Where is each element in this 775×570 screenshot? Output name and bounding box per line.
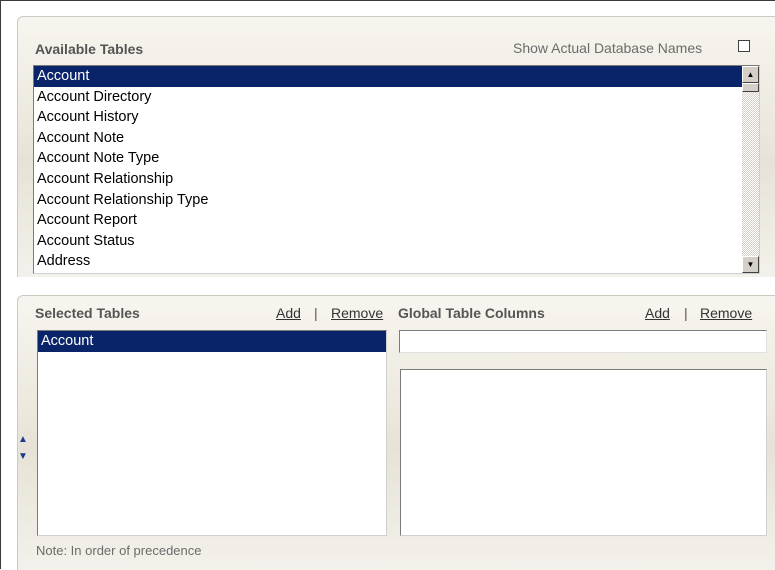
global-columns-input[interactable] (399, 330, 767, 353)
selected-tables-heading: Selected Tables (35, 305, 140, 321)
available-tables-list[interactable]: Account Account Directory Account History A… (33, 65, 760, 274)
list-item[interactable]: Account Relationship Type (34, 190, 759, 211)
available-tables-panel: Available Tables Show Actual Database Na… (17, 16, 775, 277)
selected-tables-link-separator: | (314, 305, 318, 321)
window-border-top (0, 0, 775, 1)
list-item[interactable]: Account Status (34, 231, 759, 252)
global-columns-add-link[interactable]: Add (645, 305, 670, 321)
selected-tables-remove-link[interactable]: Remove (331, 305, 383, 321)
global-columns-list[interactable] (400, 369, 767, 536)
list-item[interactable]: Account (34, 66, 759, 87)
list-item[interactable]: Account Relationship (34, 169, 759, 190)
global-columns-remove-link[interactable]: Remove (700, 305, 752, 321)
move-down-arrow-icon[interactable]: ▼ (18, 452, 28, 462)
selected-tables-list[interactable]: Account (37, 330, 387, 536)
precedence-note: Note: In order of precedence (36, 543, 202, 558)
list-item[interactable]: Account Directory (34, 87, 759, 108)
move-up-arrow-icon[interactable]: ▲ (18, 435, 28, 445)
selected-tables-add-link[interactable]: Add (276, 305, 301, 321)
available-tables-items: Account Account Directory Account History A… (34, 66, 759, 272)
show-db-names-checkbox[interactable] (738, 40, 750, 52)
scroll-down-arrow-icon[interactable]: ▼ (742, 256, 759, 273)
list-item[interactable]: Account Note (34, 128, 759, 149)
global-table-columns-heading: Global Table Columns (398, 305, 545, 321)
list-item[interactable]: Account (38, 331, 386, 352)
window-border-left (0, 0, 1, 569)
available-tables-heading: Available Tables (35, 41, 144, 57)
scroll-up-arrow-icon[interactable]: ▲ (742, 66, 759, 83)
global-columns-link-separator: | (684, 305, 688, 321)
available-tables-scrollbar[interactable]: ▲ ▼ (742, 66, 759, 273)
selected-tables-items: Account (38, 331, 386, 352)
list-item[interactable]: Account Report (34, 210, 759, 231)
show-db-names-label: Show Actual Database Names (513, 40, 703, 56)
list-item[interactable]: Account Note Type (34, 148, 759, 169)
list-item[interactable]: Address (34, 251, 759, 272)
scroll-thumb[interactable] (742, 83, 759, 92)
selected-tables-panel: Selected Tables Add | Remove Global Tabl… (17, 295, 775, 570)
list-item[interactable]: Account History (34, 107, 759, 128)
